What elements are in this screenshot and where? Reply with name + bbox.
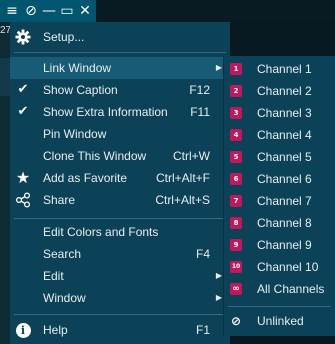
menu-item-share[interactable]: Share Ctrl+Alt+S (10, 189, 230, 211)
submenu-item-label: All Channels (257, 282, 325, 296)
submenu-item-label: Channel 10 (257, 260, 319, 274)
menu-item-pin-window[interactable]: Pin Window (10, 123, 230, 145)
channel-icon: 8 (230, 217, 242, 229)
menu-item-clone-window[interactable]: Clone This Window Ctrl+W (10, 145, 230, 167)
gear-icon (14, 26, 32, 48)
menu-item-label: Edit Colors and Fonts (43, 225, 159, 239)
submenu-item-label: Channel 3 (257, 106, 312, 120)
menu-item-help[interactable]: i Help F1 (10, 319, 230, 341)
submenu-item-label: Unlinked (257, 314, 304, 328)
submenu-item-channel-8[interactable]: 8 Channel 8 (224, 212, 335, 234)
menu-item-edit[interactable]: Edit ▶ (10, 265, 230, 287)
submenu-item-channel-7[interactable]: 7 Channel 7 (224, 190, 335, 212)
submenu-item-label: Channel 2 (257, 84, 312, 98)
share-icon (14, 189, 32, 211)
unlink-icon: ⊘ (230, 314, 242, 328)
context-menu: Setup... Link Window ▶ ✔ Show Caption F1… (10, 22, 230, 344)
channel-icon: 2 (230, 85, 242, 97)
channel-icon: 3 (230, 107, 242, 119)
submenu-item-channel-9[interactable]: 9 Channel 9 (224, 234, 335, 256)
menu-item-label: Search (43, 247, 82, 261)
menu-item-label: Show Caption (43, 83, 118, 97)
menu-item-label: Help (43, 323, 68, 337)
menu-item-search[interactable]: Search F4 (10, 243, 230, 265)
submenu-separator (228, 306, 331, 307)
menu-item-label: Link Window (43, 61, 112, 75)
menu-item-shortcut: Ctrl+Alt+F (155, 171, 210, 185)
submenu-item-all-channels[interactable]: ∞ All Channels (224, 278, 335, 300)
submenu-item-channel-5[interactable]: 5 Channel 5 (224, 146, 335, 168)
submenu-item-label: Channel 7 (257, 194, 312, 208)
submenu-item-channel-3[interactable]: 3 Channel 3 (224, 102, 335, 124)
menu-separator (14, 314, 226, 315)
minimize-icon[interactable]: — (39, 0, 59, 22)
info-icon: i (14, 319, 32, 341)
submenu-item-label: Channel 1 (257, 62, 312, 76)
channel-icon: 1 (230, 63, 242, 75)
menu-item-link-window[interactable]: Link Window ▶ (10, 57, 230, 79)
menu-item-shortcut: F4 (195, 247, 210, 261)
menu-item-label: Share (43, 193, 76, 207)
submenu-item-label: Channel 8 (257, 216, 312, 230)
menu-item-label: Pin Window (43, 127, 107, 141)
submenu-item-channel-2[interactable]: 2 Channel 2 (224, 80, 335, 102)
submenu-item-label: Channel 6 (257, 172, 312, 186)
channel-icon: 4 (230, 129, 242, 141)
submenu-item-channel-6[interactable]: 6 Channel 6 (224, 168, 335, 190)
menu-item-shortcut: F1 (195, 323, 210, 337)
submenu-item-label: Channel 9 (257, 238, 312, 252)
chevron-right-icon: ▶ (215, 63, 222, 72)
checkmark-icon: ✔ (17, 82, 29, 97)
menu-item-shortcut: Ctrl+Alt+S (155, 193, 210, 207)
channel-icon: 9 (230, 239, 242, 251)
close-icon[interactable]: ✕ (75, 0, 95, 22)
submenu-item-channel-1[interactable]: 1 Channel 1 (224, 58, 335, 80)
menu-item-label: Clone This Window (43, 149, 147, 163)
submenu-item-unlinked[interactable]: ⊘ Unlinked (224, 310, 335, 332)
channel-icon: 7 (230, 195, 242, 207)
channel-icon: 10 (230, 261, 242, 273)
menu-item-show-extra-information[interactable]: ✔ Show Extra Information F11 (10, 101, 230, 123)
submenu-item-channel-10[interactable]: 10 Channel 10 (224, 256, 335, 278)
link-window-submenu: 1 Channel 1 2 Channel 2 3 Channel 3 4 Ch… (224, 56, 335, 336)
chevron-right-icon: ▶ (215, 293, 222, 302)
infinity-icon: ∞ (230, 283, 242, 295)
menu-item-label: Show Extra Information (43, 105, 168, 119)
window-titlebar: ≡ ⊘ — ▭ ✕ (0, 0, 96, 22)
menu-item-setup[interactable]: Setup... (10, 26, 230, 48)
background-area-bottom (230, 336, 335, 344)
submenu-item-label: Channel 5 (257, 150, 312, 164)
menu-item-add-favorite[interactable]: ★ Add as Favorite Ctrl+Alt+F (10, 167, 230, 189)
star-icon: ★ (15, 168, 31, 187)
menu-item-edit-colors-fonts[interactable]: Edit Colors and Fonts (10, 221, 230, 243)
submenu-item-channel-4[interactable]: 4 Channel 4 (224, 124, 335, 146)
maximize-icon[interactable]: ▭ (57, 0, 77, 22)
menu-item-label: Edit (43, 269, 64, 283)
chevron-right-icon: ▶ (215, 271, 222, 280)
menu-icon[interactable]: ≡ (2, 0, 22, 22)
submenu-item-label: Channel 4 (257, 128, 312, 142)
menu-separator (14, 218, 226, 219)
menu-item-window[interactable]: Window ▶ (10, 287, 230, 309)
checkmark-icon: ✔ (17, 104, 29, 119)
channel-icon: 6 (230, 173, 242, 185)
unlink-icon[interactable]: ⊘ (21, 0, 41, 22)
menu-item-label: Setup... (43, 30, 85, 44)
menu-item-show-caption[interactable]: ✔ Show Caption F12 (10, 79, 230, 101)
background-row-highlight (0, 58, 10, 96)
menu-item-shortcut: F12 (189, 83, 210, 97)
menu-item-label: Add as Favorite (43, 171, 128, 185)
menu-separator (14, 52, 226, 53)
background-panel (0, 22, 10, 344)
background-area (230, 22, 335, 56)
menu-item-shortcut: Ctrl+W (173, 149, 210, 163)
menu-item-shortcut: F11 (190, 105, 210, 119)
info-icon-glyph: i (15, 322, 31, 338)
channel-icon: 5 (230, 151, 242, 163)
menu-item-label: Window (43, 291, 86, 305)
